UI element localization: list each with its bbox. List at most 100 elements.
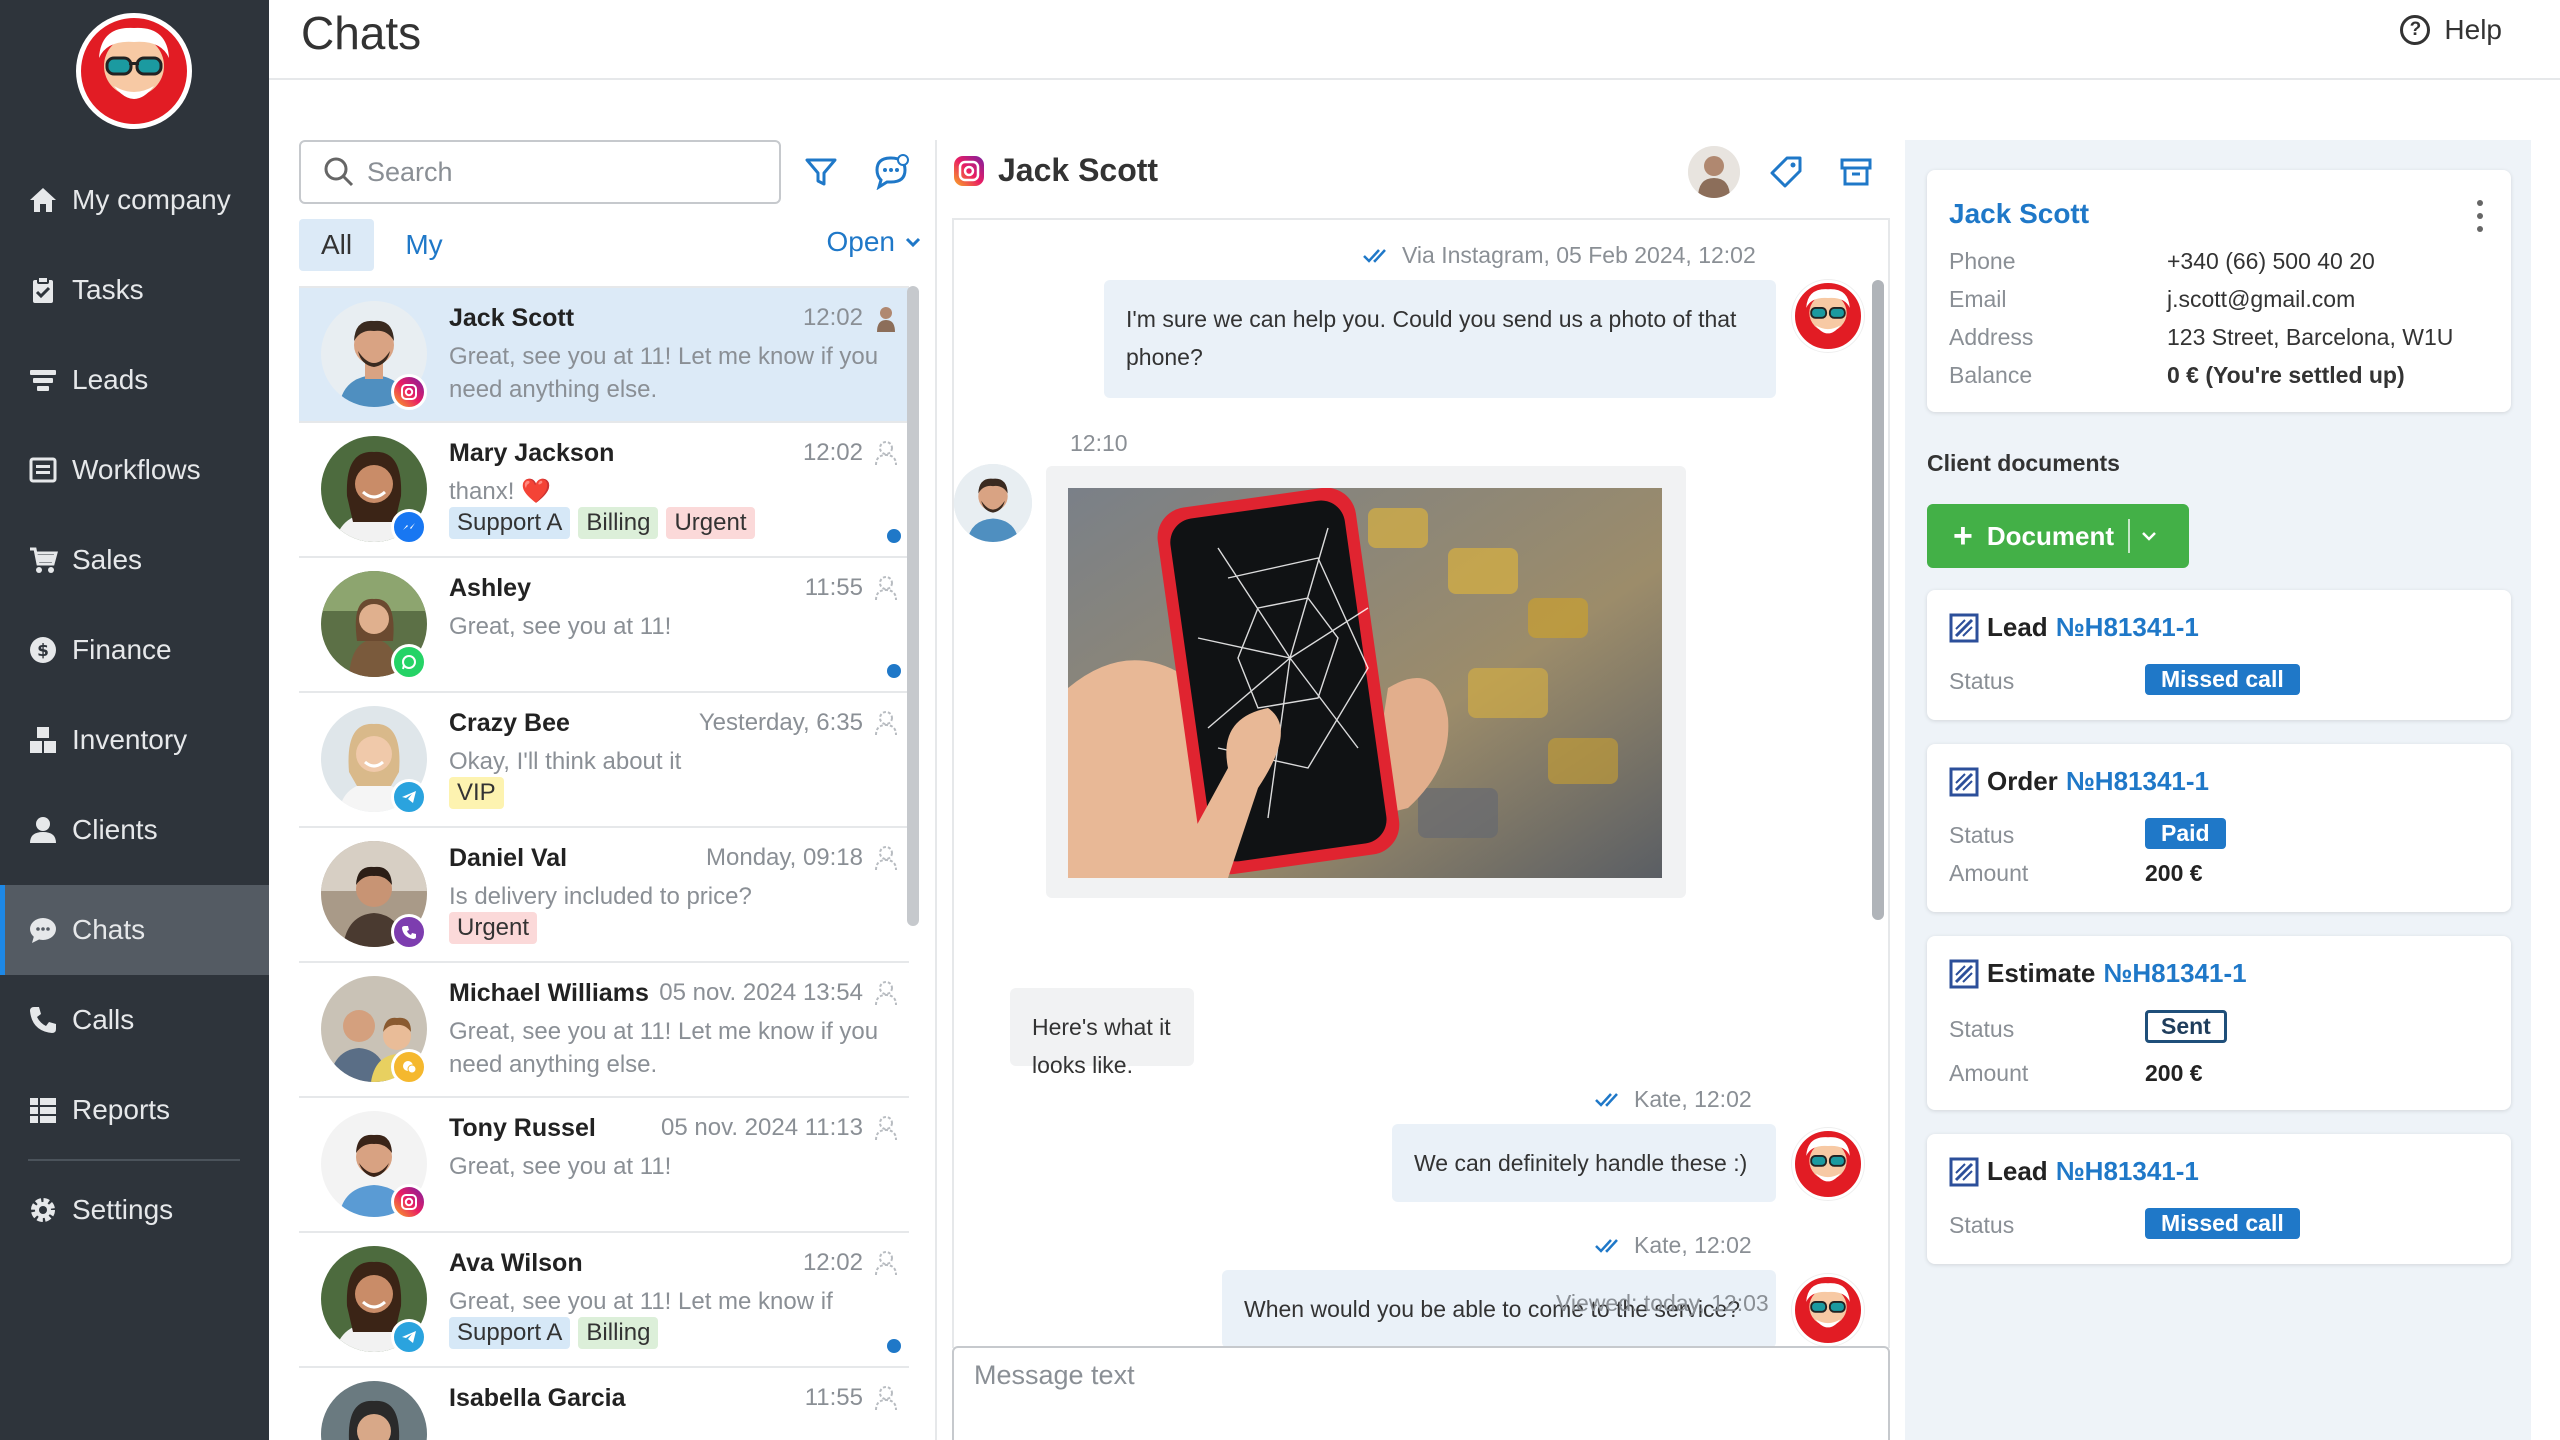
email-value[interactable]: j.scott@gmail.com xyxy=(2167,286,2355,313)
sidebar-item-reports[interactable]: Reports xyxy=(0,1065,269,1155)
chat-list-scrollbar[interactable] xyxy=(907,286,919,926)
chevron-down-icon[interactable] xyxy=(2140,527,2158,545)
chat-contact-name: Ava Wilson xyxy=(449,1249,583,1277)
sidebar-item-settings[interactable]: Settings xyxy=(0,1165,269,1255)
message-composer[interactable] xyxy=(952,1346,1890,1440)
tag-button[interactable] xyxy=(1764,150,1808,194)
document-icon xyxy=(1949,613,1979,642)
funnel-icon xyxy=(26,363,60,397)
unread-indicator xyxy=(887,1339,901,1353)
chat-widget-icon xyxy=(391,1049,427,1085)
sidebar-item-sales[interactable]: Sales xyxy=(0,515,269,605)
document-card[interactable]: Lead №H81341-1 Status Missed call xyxy=(1927,1134,2511,1264)
chevron-down-icon xyxy=(905,237,921,248)
more-options-icon[interactable] xyxy=(2477,200,2485,232)
search-box[interactable] xyxy=(299,140,781,204)
sidebar-item-finance[interactable]: $ Finance xyxy=(0,605,269,695)
chat-icon xyxy=(26,913,60,947)
message-input[interactable] xyxy=(974,1360,1854,1430)
message-bubble-outgoing: I'm sure we can help you. Could you send… xyxy=(1104,280,1776,398)
sidebar-item-workflows[interactable]: Workflows xyxy=(0,425,269,515)
top-bar: Chats ? Help xyxy=(269,0,2560,80)
chat-list-item[interactable]: Jack Scott 12:02 Great, see you at 11! L… xyxy=(299,288,909,423)
balance-label: Balance xyxy=(1949,362,2033,388)
double-check-icon xyxy=(1595,1238,1618,1253)
sidebar: My company Tasks Leads Workflows Sales $… xyxy=(0,0,269,1440)
sidebar-item-tasks[interactable]: Tasks xyxy=(0,245,269,335)
document-number[interactable]: №H81341-1 xyxy=(2056,612,2199,643)
chat-list-item[interactable]: Mary Jackson 12:02 thanx! ❤️ Support A B… xyxy=(299,423,909,558)
sidebar-item-clients[interactable]: Clients xyxy=(0,785,269,875)
column-divider xyxy=(935,140,937,1440)
archive-icon xyxy=(1840,158,1872,186)
unassigned-agent-icon xyxy=(871,707,901,737)
document-number[interactable]: №H81341-1 xyxy=(2066,766,2209,797)
help-button[interactable]: ? Help xyxy=(2400,14,2502,46)
tag-vip: VIP xyxy=(449,777,504,809)
tab-all[interactable]: All xyxy=(299,219,374,271)
document-card[interactable]: Estimate №H81341-1 Status Sent Amount 20… xyxy=(1927,936,2511,1110)
gear-icon xyxy=(26,1193,60,1227)
archive-button[interactable] xyxy=(1834,150,1878,194)
client-name[interactable]: Jack Scott xyxy=(1949,198,2089,230)
list-icon xyxy=(26,453,60,487)
unread-indicator xyxy=(887,664,901,678)
document-type: Lead xyxy=(1987,612,2048,642)
sidebar-item-label: My company xyxy=(72,184,231,215)
message-meta-text: Kate, 12:02 xyxy=(1634,1232,1752,1258)
chat-list-item[interactable]: Tony Russel 05 nov. 2024 11:13 Great, se… xyxy=(299,1098,909,1233)
sidebar-item-my-company[interactable]: My company xyxy=(0,155,269,245)
document-number[interactable]: №H81341-1 xyxy=(2056,1156,2199,1187)
table-icon xyxy=(26,1093,60,1127)
message-thread: Via Instagram, 05 Feb 2024, 12:02 I'm su… xyxy=(952,218,1890,1348)
client-panel: Jack Scott Phone +340 (66) 500 40 20 Ema… xyxy=(1905,140,2531,1440)
chat-time: 12:02 xyxy=(802,439,863,466)
add-document-button[interactable]: + Document xyxy=(1927,504,2189,568)
phone-value[interactable]: +340 (66) 500 40 20 xyxy=(2167,248,2375,275)
sidebar-item-calls[interactable]: Calls xyxy=(0,975,269,1065)
status-filter-dropdown[interactable]: Open xyxy=(827,226,924,258)
viber-icon xyxy=(391,914,427,950)
unread-indicator xyxy=(887,529,901,543)
avatar xyxy=(321,1381,427,1440)
chat-contact-name: Tony Russel xyxy=(449,1114,596,1142)
chat-list-item[interactable]: Isabella Garcia 11:55 xyxy=(299,1368,909,1440)
chat-list-item[interactable]: Ashley 11:55 Great, see you at 11! xyxy=(299,558,909,693)
chat-contact-name: Mary Jackson xyxy=(449,439,615,467)
amount-label: Amount xyxy=(1949,1060,2029,1086)
search-input[interactable] xyxy=(367,156,747,188)
document-card[interactable]: Lead №H81341-1 Status Missed call xyxy=(1927,590,2511,720)
sidebar-item-chats[interactable]: Chats xyxy=(0,885,269,975)
document-number[interactable]: №H81341-1 xyxy=(2103,958,2246,989)
boxes-icon xyxy=(26,723,60,757)
status-badge: Missed call xyxy=(2145,1208,2300,1239)
chat-list-item[interactable]: Michael Williams 05 nov. 2024 13:54 Grea… xyxy=(299,963,909,1098)
amount-label: Amount xyxy=(1949,860,2029,886)
user-icon xyxy=(26,813,60,847)
chat-preview: Great, see you at 11! xyxy=(449,1153,672,1180)
new-chat-button[interactable] xyxy=(869,150,913,194)
document-card[interactable]: Order №H81341-1 Status Paid Amount 200 € xyxy=(1927,744,2511,912)
image-attachment[interactable] xyxy=(1046,466,1686,898)
company-logo[interactable] xyxy=(76,13,192,129)
filter-button[interactable] xyxy=(799,150,843,194)
document-title: Estimate №H81341-1 xyxy=(1949,958,2247,989)
assigned-agent-avatar[interactable] xyxy=(1688,146,1740,198)
sidebar-item-label: Finance xyxy=(72,634,172,665)
status-label: Status xyxy=(1949,1016,2015,1042)
sidebar-item-leads[interactable]: Leads xyxy=(0,335,269,425)
chat-list-item[interactable]: Crazy Bee Yesterday, 6:35 Okay, I'll thi… xyxy=(299,693,909,828)
tab-my[interactable]: My xyxy=(389,219,459,271)
conversation-scrollbar[interactable] xyxy=(1872,280,1884,920)
chat-contact-name: Michael Williams xyxy=(449,979,649,1007)
agent-avatar xyxy=(1792,280,1864,352)
sidebar-item-inventory[interactable]: Inventory xyxy=(0,695,269,785)
chat-list-item[interactable]: Daniel Val Monday, 09:18 Is delivery inc… xyxy=(299,828,909,963)
messenger-icon xyxy=(391,509,427,545)
instagram-icon xyxy=(391,374,427,410)
sidebar-item-label: Settings xyxy=(72,1194,174,1225)
viewed-status: Viewed: today, 12:03 xyxy=(1556,1290,1769,1316)
chat-contact-name: Isabella Garcia xyxy=(449,1384,626,1412)
chat-list-item[interactable]: Ava Wilson 12:02 Great, see you at 11! L… xyxy=(299,1233,909,1368)
unassigned-agent-icon xyxy=(871,572,901,602)
